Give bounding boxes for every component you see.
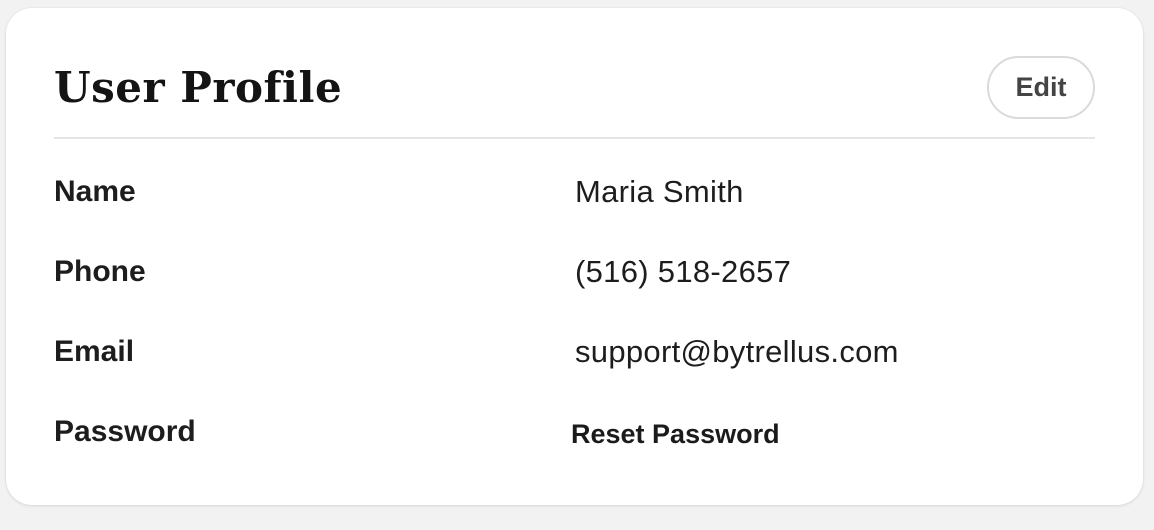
field-value-email: support@bytrellus.com xyxy=(575,334,899,369)
page-title: User Profile xyxy=(54,63,343,112)
field-label-email: Email xyxy=(54,335,135,368)
reset-password-link[interactable]: Reset Password xyxy=(571,416,780,452)
user-profile-card: User Profile Edit Name Maria Smith Phone… xyxy=(6,8,1143,505)
field-label-name: Name xyxy=(54,175,136,208)
edit-button[interactable]: Edit xyxy=(987,56,1095,119)
field-label-phone: Phone xyxy=(54,255,146,288)
field-value-name: Maria Smith xyxy=(575,174,744,209)
field-row-password: Password Reset Password xyxy=(54,398,1095,478)
profile-fields: Name Maria Smith Phone (516) 518-2657 Em… xyxy=(54,158,1095,478)
card-header: User Profile Edit xyxy=(54,56,1095,139)
field-value-phone: (516) 518-2657 xyxy=(575,254,792,289)
field-row-name: Name Maria Smith xyxy=(54,158,1095,238)
field-row-phone: Phone (516) 518-2657 xyxy=(54,238,1095,318)
field-row-email: Email support@bytrellus.com xyxy=(54,318,1095,398)
field-label-password: Password xyxy=(54,415,196,448)
